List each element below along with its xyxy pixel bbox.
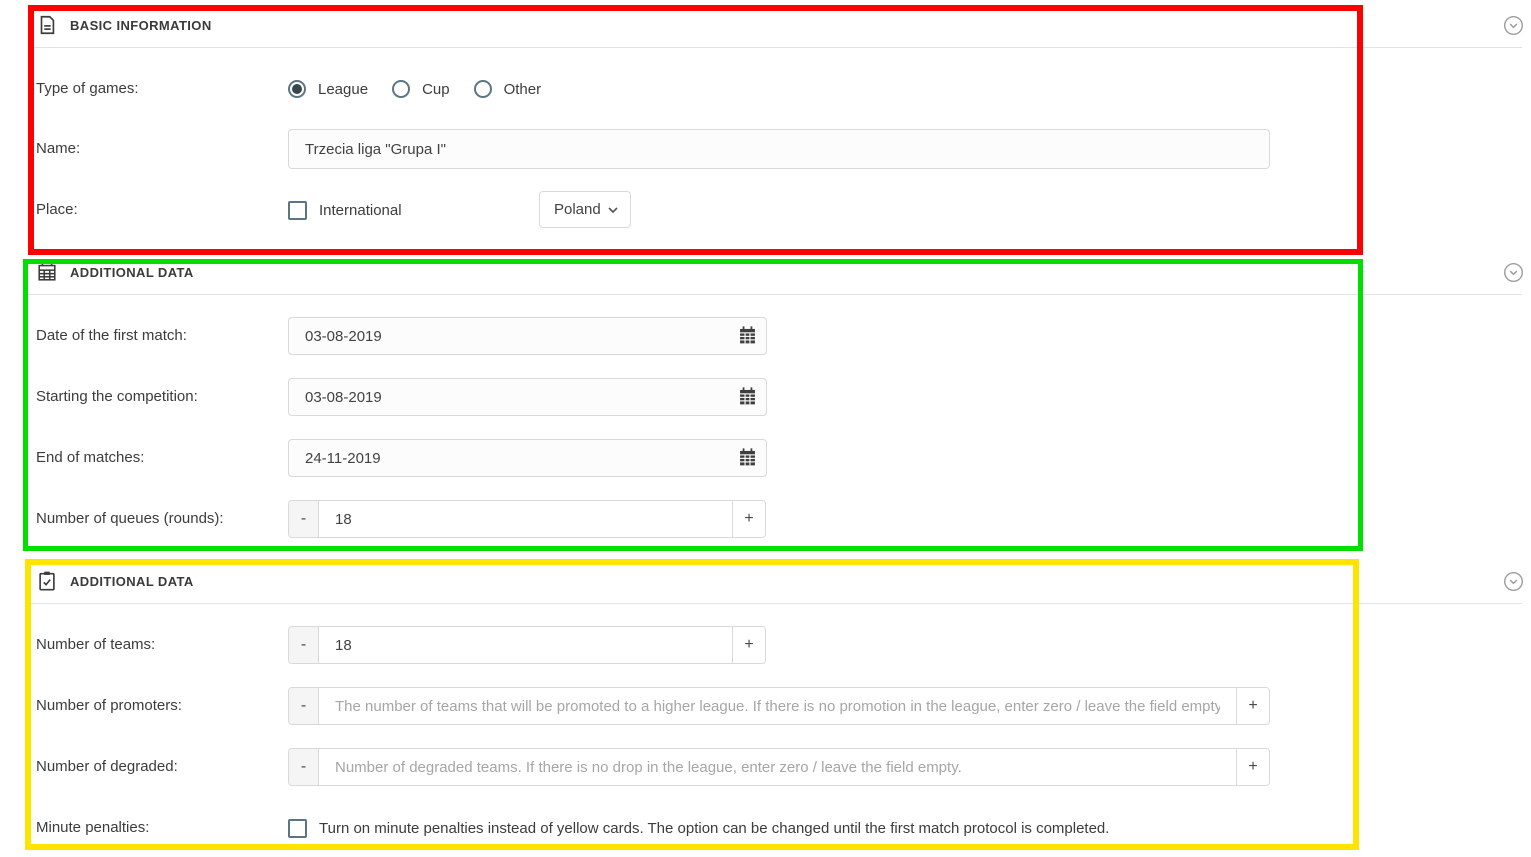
country-select-value: Poland (554, 201, 601, 218)
radio-other[interactable] (474, 80, 492, 98)
minute-penalties-row: Turn on minute penalties instead of yell… (288, 809, 1109, 847)
chevron-down-icon (608, 207, 618, 213)
starting-competition-field (288, 378, 767, 416)
calendar-icon (737, 447, 758, 468)
section-header-basic-information: BASIC INFORMATION (36, 12, 212, 38)
decrement-button[interactable]: - (289, 627, 319, 663)
end-of-matches-label: End of matches: (36, 449, 144, 467)
document-icon (36, 14, 58, 36)
increment-button[interactable]: + (732, 627, 765, 663)
calendar-grid-icon (36, 261, 58, 283)
date-first-match-input[interactable] (288, 317, 767, 355)
radio-cup-label[interactable]: Cup (422, 81, 450, 98)
calendar-picker-button[interactable] (736, 325, 758, 347)
number-of-teams-stepper: - + (288, 626, 766, 664)
end-of-matches-input[interactable] (288, 439, 767, 477)
chevron-down-circle-icon (1503, 15, 1524, 36)
name-label: Name: (36, 140, 80, 158)
number-of-degraded-stepper: - + (288, 748, 1270, 786)
increment-button[interactable]: + (1236, 688, 1269, 724)
calendar-picker-button[interactable] (736, 386, 758, 408)
clipboard-check-icon (36, 570, 58, 592)
section-header-additional-data-2: ADDITIONAL DATA (36, 568, 194, 594)
radio-league-label[interactable]: League (318, 81, 368, 98)
chevron-down-circle-icon (1503, 262, 1524, 283)
minute-penalties-description[interactable]: Turn on minute penalties instead of yell… (319, 820, 1109, 837)
number-of-promoters-stepper: - + (288, 687, 1270, 725)
starting-competition-label: Starting the competition: (36, 388, 198, 406)
number-of-teams-label: Number of teams: (36, 636, 155, 654)
section-title: ADDITIONAL DATA (70, 574, 194, 589)
section-title: BASIC INFORMATION (70, 18, 212, 33)
number-of-degraded-input[interactable] (319, 749, 1236, 785)
section-title: ADDITIONAL DATA (70, 265, 194, 280)
radio-other-label[interactable]: Other (504, 81, 542, 98)
collapse-section-button[interactable] (1503, 262, 1524, 283)
radio-league[interactable] (288, 80, 306, 98)
name-input[interactable] (288, 129, 1270, 169)
international-checkbox-row: International (288, 191, 402, 229)
date-first-match-label: Date of the first match: (36, 327, 187, 345)
minute-penalties-label: Minute penalties: (36, 819, 149, 837)
end-of-matches-field (288, 439, 767, 477)
place-label: Place: (36, 201, 78, 219)
decrement-button[interactable]: - (289, 749, 319, 785)
radio-cup[interactable] (392, 80, 410, 98)
number-of-promoters-label: Number of promoters: (36, 697, 182, 715)
increment-button[interactable]: + (732, 501, 765, 537)
number-of-teams-input[interactable] (319, 627, 732, 663)
international-checkbox[interactable] (288, 201, 307, 220)
country-select[interactable]: Poland (539, 191, 631, 228)
number-of-queues-label: Number of queues (rounds): (36, 510, 224, 528)
type-of-games-radio-group: League Cup Other (288, 70, 541, 108)
chevron-down-circle-icon (1503, 571, 1524, 592)
header-divider (28, 294, 1522, 295)
number-of-promoters-input[interactable] (319, 688, 1236, 724)
calendar-icon (737, 386, 758, 407)
decrement-button[interactable]: - (289, 501, 319, 537)
calendar-picker-button[interactable] (736, 447, 758, 469)
calendar-icon (737, 325, 758, 346)
number-of-queues-input[interactable] (319, 501, 732, 537)
collapse-section-button[interactable] (1503, 571, 1524, 592)
date-first-match-field (288, 317, 767, 355)
starting-competition-input[interactable] (288, 378, 767, 416)
international-checkbox-label[interactable]: International (319, 202, 402, 219)
type-of-games-label: Type of games: (36, 80, 139, 98)
section-header-additional-data-1: ADDITIONAL DATA (36, 259, 194, 285)
collapse-section-button[interactable] (1503, 15, 1524, 36)
number-of-queues-stepper: - + (288, 500, 766, 538)
header-divider (28, 47, 1522, 48)
decrement-button[interactable]: - (289, 688, 319, 724)
number-of-degraded-label: Number of degraded: (36, 758, 178, 776)
header-divider (28, 603, 1522, 604)
increment-button[interactable]: + (1236, 749, 1269, 785)
minute-penalties-checkbox[interactable] (288, 819, 307, 838)
